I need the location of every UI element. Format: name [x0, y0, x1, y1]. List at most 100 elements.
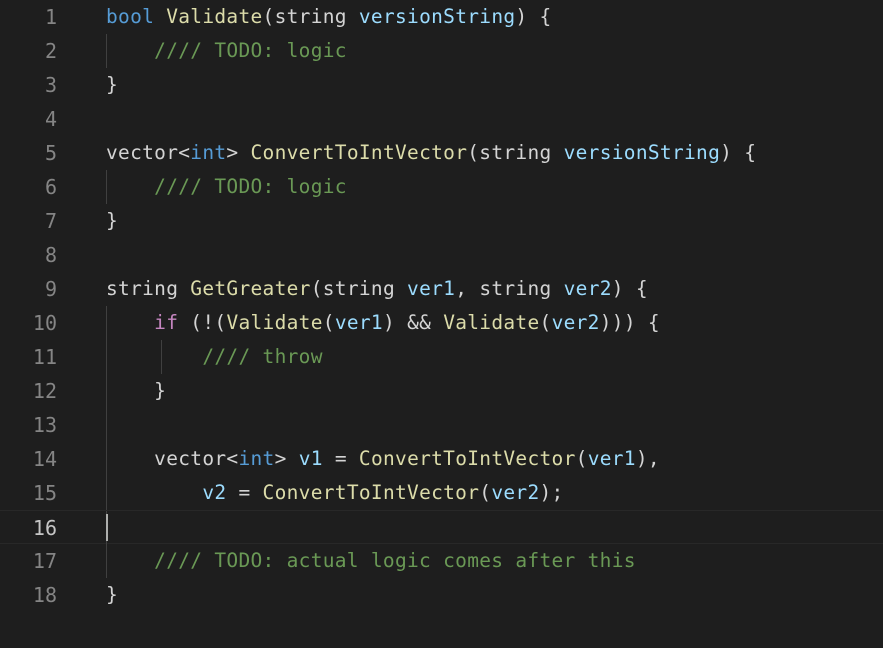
- code-editor[interactable]: 1 bool Validate(string versionString) {2 …: [0, 0, 883, 648]
- line-number[interactable]: 4: [0, 102, 57, 136]
- code-token: int: [190, 141, 227, 164]
- code-token: ver2: [563, 277, 612, 300]
- line-number[interactable]: 8: [0, 238, 57, 272]
- line-number[interactable]: 3: [0, 68, 57, 102]
- line-content[interactable]: [106, 102, 883, 136]
- code-token: <: [178, 141, 191, 164]
- code-token: ConvertToIntVector: [262, 481, 480, 504]
- code-token: ver2: [491, 481, 540, 504]
- code-token: string: [106, 277, 179, 300]
- code-line[interactable]: 17 //// TODO: actual logic comes after t…: [0, 544, 883, 578]
- code-token: (: [479, 481, 492, 504]
- code-token: Validate: [443, 311, 540, 334]
- code-lines-container[interactable]: 1 bool Validate(string versionString) {2 …: [0, 0, 883, 612]
- line-content[interactable]: v2 = ConvertToIntVector(ver2);: [106, 476, 883, 510]
- code-line[interactable]: 13: [0, 408, 883, 442]
- line-number[interactable]: 17: [0, 544, 57, 578]
- line-number[interactable]: 18: [0, 578, 57, 612]
- line-content[interactable]: [106, 238, 883, 272]
- line-content[interactable]: }: [106, 204, 883, 238]
- code-token: =: [226, 481, 263, 504]
- code-line-active[interactable]: 16: [0, 510, 883, 545]
- code-token: vector: [106, 141, 179, 164]
- code-token: );: [539, 481, 564, 504]
- code-token: string: [479, 141, 552, 164]
- code-token: string: [322, 277, 395, 300]
- code-token: //// throw: [202, 345, 323, 368]
- code-token: }: [154, 379, 167, 402]
- line-number[interactable]: 16: [0, 511, 57, 545]
- code-line[interactable]: 12 }: [0, 374, 883, 408]
- line-content[interactable]: //// TODO: actual logic comes after this: [106, 544, 883, 578]
- code-token: versionString: [563, 141, 721, 164]
- code-line[interactable]: 7}: [0, 204, 883, 238]
- code-line[interactable]: 3}: [0, 68, 883, 102]
- code-token: string: [479, 277, 552, 300]
- line-content[interactable]: //// TODO: logic: [106, 170, 883, 204]
- code-line[interactable]: 6 //// TODO: logic: [0, 170, 883, 204]
- code-token: }: [106, 209, 119, 232]
- code-token: ConvertToIntVector: [250, 141, 468, 164]
- code-line[interactable]: 15 v2 = ConvertToIntVector(ver2);: [0, 476, 883, 510]
- code-token: if: [154, 311, 179, 334]
- code-line[interactable]: 11 //// throw: [0, 340, 883, 374]
- code-token: (: [575, 447, 588, 470]
- code-token: ),: [635, 447, 660, 470]
- line-number[interactable]: 1: [0, 0, 57, 34]
- line-content[interactable]: vector<int> ConvertToIntVector(string ve…: [106, 136, 883, 170]
- line-number[interactable]: 11: [0, 340, 57, 374]
- line-number[interactable]: 6: [0, 170, 57, 204]
- code-token: <: [226, 447, 239, 470]
- code-line[interactable]: 4: [0, 102, 883, 136]
- line-content[interactable]: if (!(Validate(ver1) && Validate(ver2)))…: [106, 306, 883, 340]
- code-token: GetGreater: [190, 277, 311, 300]
- line-content[interactable]: bool Validate(string versionString) {: [106, 0, 883, 34]
- code-line[interactable]: 14 vector<int> v1 = ConvertToIntVector(v…: [0, 442, 883, 476]
- code-token: ))) {: [599, 311, 660, 334]
- line-number[interactable]: 15: [0, 476, 57, 510]
- code-token: vector: [154, 447, 227, 470]
- code-token: ver1: [587, 447, 636, 470]
- code-token: ConvertToIntVector: [358, 447, 576, 470]
- line-content[interactable]: vector<int> v1 = ConvertToIntVector(ver1…: [106, 442, 883, 476]
- code-token: ver1: [407, 277, 456, 300]
- line-number[interactable]: 7: [0, 204, 57, 238]
- code-token: (!(: [178, 311, 227, 334]
- line-number[interactable]: 13: [0, 408, 57, 442]
- line-number[interactable]: 2: [0, 34, 57, 68]
- code-token: v1: [298, 447, 323, 470]
- line-number[interactable]: 5: [0, 136, 57, 170]
- line-content[interactable]: //// TODO: logic: [106, 34, 883, 68]
- code-line[interactable]: 10 if (!(Validate(ver1) && Validate(ver2…: [0, 306, 883, 340]
- code-token: //// TODO: logic: [154, 175, 347, 198]
- code-token: //// TODO: logic: [154, 39, 347, 62]
- line-content[interactable]: }: [106, 68, 883, 102]
- line-number[interactable]: 14: [0, 442, 57, 476]
- line-content[interactable]: }: [106, 578, 883, 612]
- code-token: ) {: [720, 141, 757, 164]
- code-line[interactable]: 8: [0, 238, 883, 272]
- line-content[interactable]: [106, 408, 883, 442]
- code-line[interactable]: 18}: [0, 578, 883, 612]
- code-line[interactable]: 2 //// TODO: logic: [0, 34, 883, 68]
- code-token: (: [262, 5, 275, 28]
- line-number[interactable]: 10: [0, 306, 57, 340]
- code-line[interactable]: 1 bool Validate(string versionString) {: [0, 0, 883, 34]
- line-number[interactable]: 9: [0, 272, 57, 306]
- line-content[interactable]: [106, 511, 883, 545]
- line-content[interactable]: //// throw: [106, 340, 883, 374]
- code-line[interactable]: 9 string GetGreater(string ver1, string v…: [0, 272, 883, 306]
- line-content[interactable]: string GetGreater(string ver1, string ve…: [106, 272, 883, 306]
- code-line[interactable]: 5 vector<int> ConvertToIntVector(string v…: [0, 136, 883, 170]
- code-token: ver1: [334, 311, 383, 334]
- line-number[interactable]: 12: [0, 374, 57, 408]
- line-content[interactable]: }: [106, 374, 883, 408]
- code-token: =: [322, 447, 359, 470]
